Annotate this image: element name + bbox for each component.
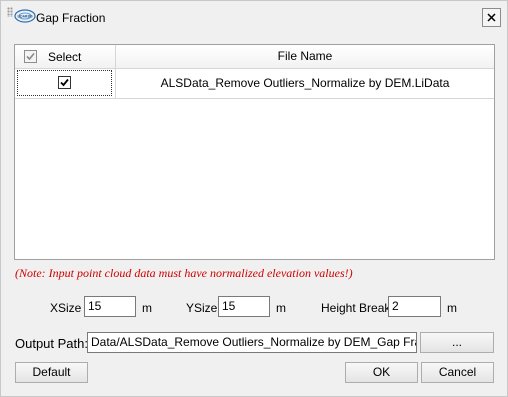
default-button[interactable]: Default — [15, 362, 88, 383]
ysize-input[interactable]: 15 — [218, 296, 270, 317]
close-button[interactable] — [482, 8, 501, 27]
normalization-note: (Note: Input point cloud data must have … — [15, 266, 353, 280]
row-file-name: ALSData_Remove Outliers_Normalize by DEM… — [160, 76, 450, 90]
row-checkbox[interactable] — [58, 76, 71, 89]
lidar360-logo-icon: LiDAR360 — [14, 9, 36, 23]
row-select-cell[interactable] — [15, 68, 116, 98]
browse-button[interactable]: ... — [420, 332, 494, 353]
dialog-title: Gap Fraction — [36, 11, 106, 25]
file-table[interactable]: Select File Name ALSData_Remove Outliers… — [14, 44, 495, 260]
close-icon — [487, 13, 496, 22]
output-path-input[interactable]: Data/ALSData_Remove Outliers_Normalize b… — [87, 332, 417, 353]
xsize-unit: m — [142, 301, 152, 315]
cancel-button[interactable]: Cancel — [421, 362, 494, 383]
output-path-label: Output Path: — [15, 336, 88, 351]
table-row[interactable]: ALSData_Remove Outliers_Normalize by DEM… — [15, 68, 494, 99]
select-header-label: Select — [48, 50, 82, 64]
checkmark-icon — [26, 52, 35, 61]
logo-text: LiDAR360 — [17, 15, 32, 19]
table-header: Select File Name — [15, 45, 494, 69]
select-all-checkbox[interactable] — [24, 50, 37, 63]
xsize-input[interactable]: 15 — [84, 296, 136, 317]
checkmark-icon — [60, 78, 69, 87]
ysize-unit: m — [276, 301, 286, 315]
ysize-label: YSize — [186, 301, 218, 315]
height-break-label: Height Break — [321, 301, 391, 315]
height-break-unit: m — [447, 301, 457, 315]
header-file-name[interactable]: File Name — [116, 45, 494, 68]
drag-grip-icon[interactable] — [7, 7, 13, 17]
gap-fraction-dialog: LiDAR360 Gap Fraction Select File Name A… — [0, 0, 508, 397]
height-break-input[interactable]: 2 — [388, 296, 441, 317]
title-bar[interactable]: LiDAR360 Gap Fraction — [1, 1, 507, 35]
header-select-column[interactable]: Select — [15, 45, 116, 68]
xsize-label: XSize — [50, 301, 82, 315]
ok-button[interactable]: OK — [345, 362, 418, 383]
